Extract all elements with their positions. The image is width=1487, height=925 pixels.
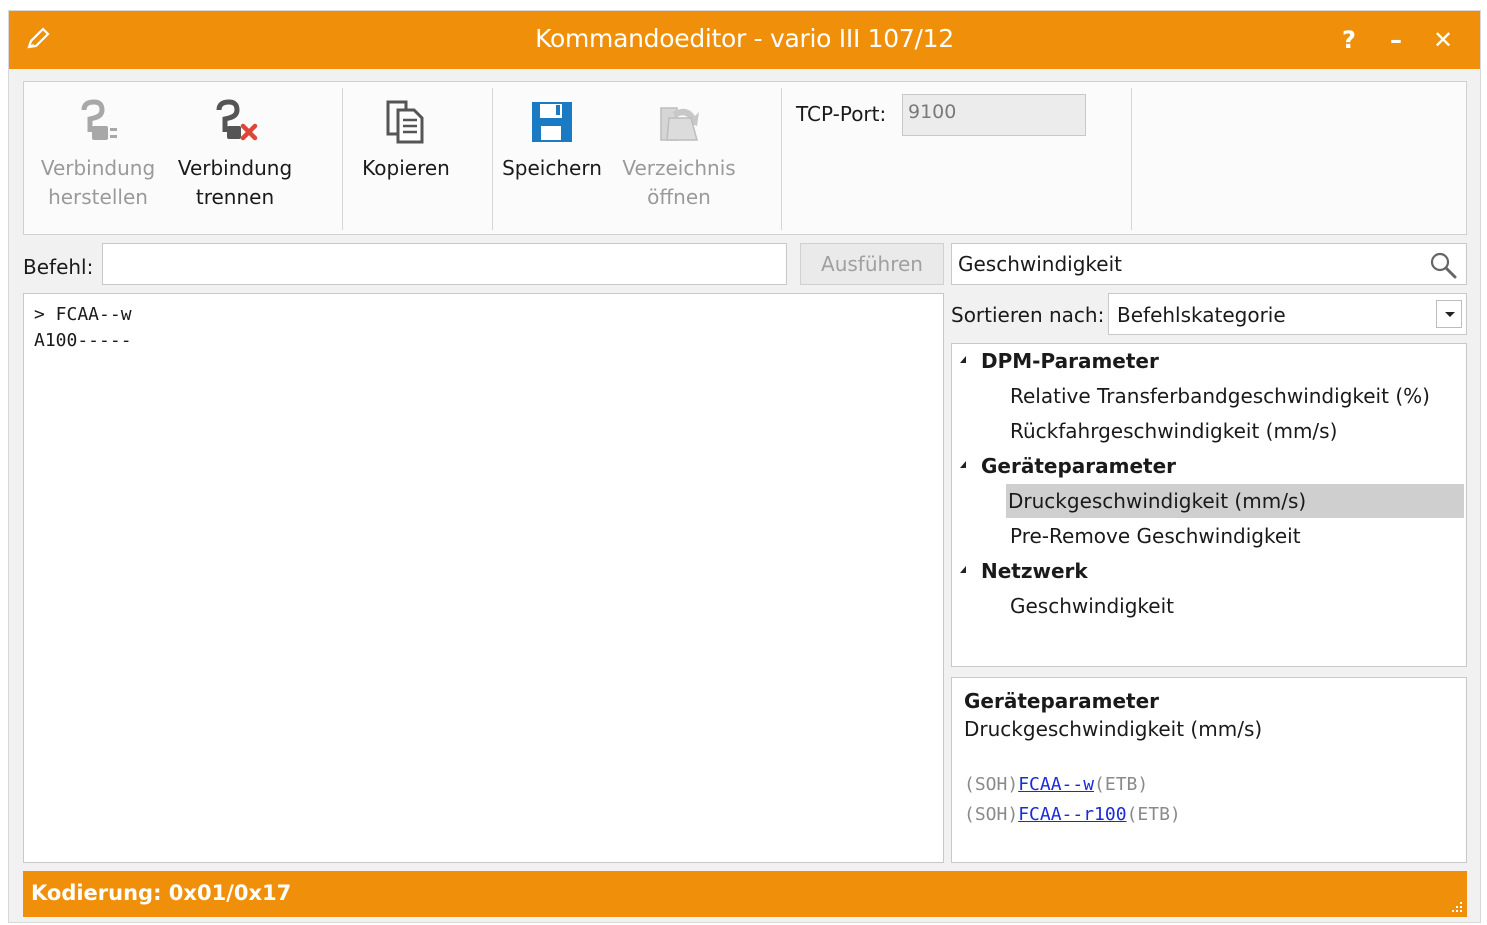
copy-button[interactable]: Kopieren — [342, 96, 470, 183]
code-command-link[interactable]: FCAA--r100 — [1018, 804, 1126, 825]
code-suffix: (ETB) — [1094, 774, 1149, 795]
disconnect-button[interactable]: Verbindung trennen — [170, 96, 300, 212]
tree-item-label: Geschwindigkeit — [1010, 594, 1175, 618]
title-bar: Kommandoeditor - vario III 107/12 ? – ✕ — [9, 11, 1480, 69]
tree-category-label: Netzwerk — [981, 559, 1088, 583]
save-button[interactable]: Speichern — [498, 96, 606, 183]
sort-value: Befehlskategorie — [1117, 303, 1286, 327]
search-icon[interactable] — [1428, 250, 1458, 280]
open-directory-label-2: öffnen — [647, 185, 711, 209]
copy-label: Kopieren — [362, 156, 450, 180]
tree-item-label: Relative Transferbandgeschwindigkeit (%) — [1010, 384, 1430, 408]
command-label: Befehl: — [23, 255, 94, 279]
open-directory-button[interactable]: Verzeichnis öffnen — [614, 96, 744, 212]
detail-codes: (SOH)FCAA--w(ETB) (SOH)FCAA--r100(ETB) — [964, 770, 1454, 830]
encoding-status: Kodierung: 0x01/0x17 — [31, 881, 292, 905]
command-tree: DPM-Parameter Relative Transferbandgesch… — [951, 343, 1467, 667]
tcp-port-input[interactable]: 9100 — [902, 94, 1086, 136]
command-input[interactable] — [102, 243, 787, 285]
code-command-link[interactable]: FCAA--w — [1018, 774, 1094, 795]
app-window: Kommandoeditor - vario III 107/12 ? – ✕ … — [8, 10, 1481, 923]
tree-category-geraeteparameter[interactable]: Geräteparameter — [954, 449, 1464, 483]
command-detail-panel: Geräteparameter Druckgeschwindigkeit (mm… — [951, 677, 1467, 863]
search-input[interactable]: Geschwindigkeit — [951, 243, 1467, 285]
collapse-triangle-icon[interactable] — [960, 461, 966, 468]
console-output[interactable]: > FCAA--w A100----- — [23, 293, 944, 863]
toolbar-separator — [492, 88, 493, 230]
toolbar-ribbon: Verbindung herstellen Verbindung trennen… — [23, 81, 1467, 235]
sort-label: Sortieren nach: — [951, 303, 1105, 327]
code-suffix: (ETB) — [1126, 804, 1181, 825]
detail-category: Geräteparameter — [964, 689, 1160, 713]
open-directory-label-1: Verzeichnis — [622, 156, 736, 180]
tree-item-label: Pre-Remove Geschwindigkeit — [1010, 524, 1301, 548]
plug-connect-icon — [81, 99, 117, 140]
toolbar-separator — [1131, 88, 1132, 230]
tree-category-label: Geräteparameter — [981, 454, 1177, 478]
copy-icon — [386, 100, 424, 144]
status-bar: Kodierung: 0x01/0x17 — [23, 871, 1467, 917]
window-title: Kommandoeditor - vario III 107/12 — [535, 24, 954, 53]
connect-label-2: herstellen — [48, 185, 148, 209]
minimize-button[interactable]: – — [1379, 23, 1413, 57]
code-prefix: (SOH) — [964, 774, 1019, 795]
collapse-triangle-icon[interactable] — [960, 566, 966, 573]
disconnect-label-2: trennen — [195, 185, 275, 209]
code-line: (SOH)FCAA--r100(ETB) — [964, 800, 1454, 830]
connect-button[interactable]: Verbindung herstellen — [32, 96, 164, 212]
tree-category-netzwerk[interactable]: Netzwerk — [954, 554, 1464, 588]
code-prefix: (SOH) — [964, 804, 1019, 825]
collapse-triangle-icon[interactable] — [960, 356, 966, 363]
tree-item[interactable]: Relative Transferbandgeschwindigkeit (%) — [954, 379, 1464, 413]
save-label: Speichern — [502, 156, 602, 180]
resize-grip-icon[interactable] — [1451, 901, 1463, 913]
tree-item[interactable]: Rückfahrgeschwindigkeit (mm/s) — [954, 414, 1464, 448]
connect-label-1: Verbindung — [40, 156, 156, 180]
code-line: (SOH)FCAA--w(ETB) — [964, 770, 1454, 800]
tree-item-label: Rückfahrgeschwindigkeit (mm/s) — [1010, 419, 1338, 443]
disconnect-label-1: Verbindung — [177, 156, 293, 180]
help-button[interactable]: ? — [1332, 23, 1366, 57]
execute-button[interactable]: Ausführen — [800, 243, 944, 285]
tcp-port-label: TCP-Port: — [796, 102, 887, 126]
console-line: A100----- — [34, 330, 132, 351]
tree-item[interactable]: Geschwindigkeit — [954, 589, 1464, 623]
sort-dropdown[interactable]: Befehlskategorie — [1108, 293, 1467, 335]
chevron-down-icon[interactable] — [1436, 300, 1462, 328]
console-line: > FCAA--w — [34, 304, 132, 325]
toolbar-separator — [781, 88, 782, 230]
plug-disconnect-icon — [216, 99, 258, 141]
search-value: Geschwindigkeit — [958, 252, 1123, 276]
close-button[interactable]: ✕ — [1426, 23, 1460, 57]
tree-item-selected[interactable]: Druckgeschwindigkeit (mm/s) — [1006, 484, 1464, 518]
save-icon — [532, 102, 572, 142]
detail-item: Druckgeschwindigkeit (mm/s) — [964, 717, 1263, 741]
tree-item[interactable]: Pre-Remove Geschwindigkeit — [954, 519, 1464, 553]
tree-item-label: Druckgeschwindigkeit (mm/s) — [1008, 489, 1307, 513]
tree-category-label: DPM-Parameter — [981, 349, 1159, 373]
tree-category-dpm[interactable]: DPM-Parameter — [954, 344, 1464, 378]
open-folder-icon — [660, 107, 699, 141]
